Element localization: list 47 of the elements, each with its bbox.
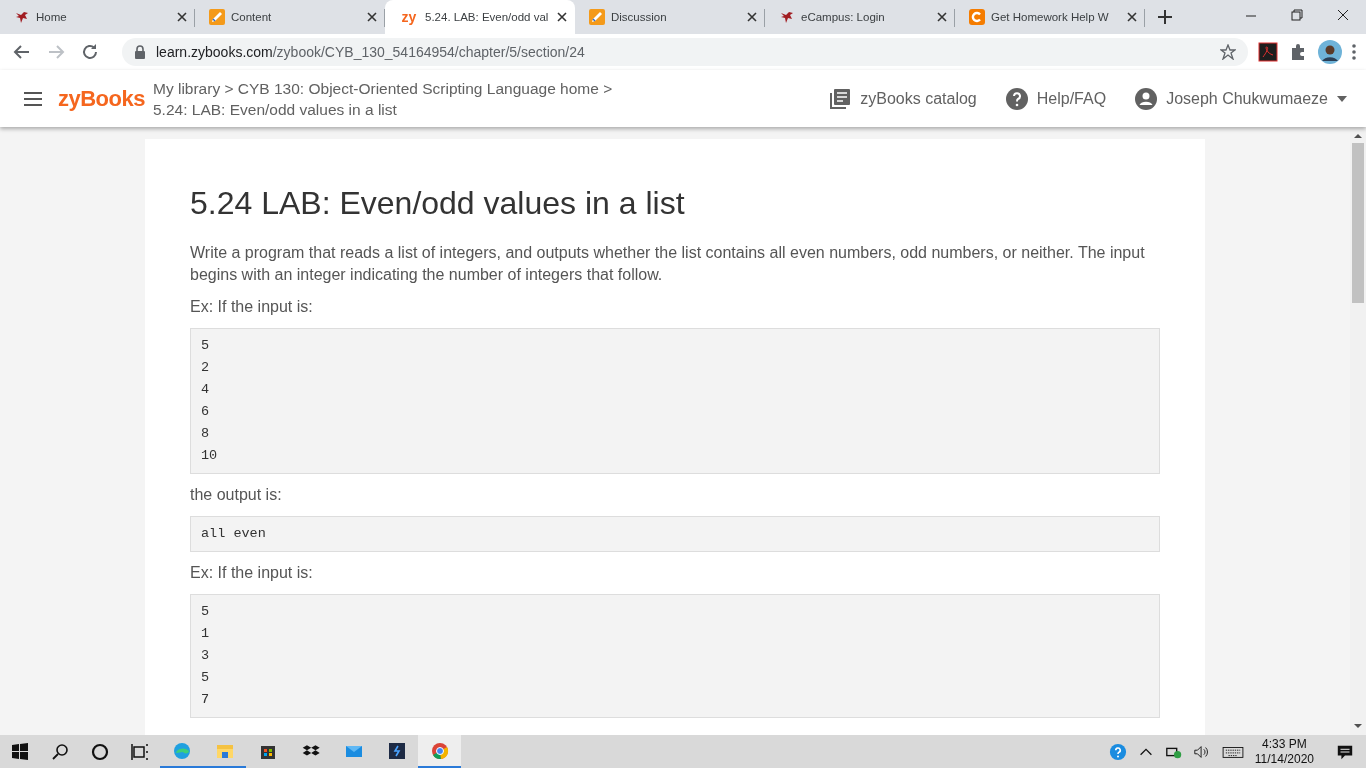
help-icon[interactable] — [1004, 86, 1029, 111]
paragraph: Ex: If the input is: — [190, 297, 314, 317]
paragraph: Ex: If the input is: — [190, 563, 314, 583]
browser-tab[interactable]: eCampus: Login — [765, 0, 955, 34]
breadcrumb-current: 5.24: LAB: Even/odd values in a list — [153, 99, 398, 120]
browser-tab[interactable]: zy 5.24. LAB: Even/odd val — [385, 0, 575, 34]
pdf-icon[interactable] — [1258, 42, 1278, 62]
c-logo-icon — [969, 9, 985, 25]
library-icon[interactable] — [828, 86, 853, 111]
zy-logo: zy — [400, 9, 418, 25]
clock-date[interactable]: 11/14/2020 — [1254, 751, 1314, 767]
browser-tab[interactable]: Get Homework Help W — [955, 0, 1145, 34]
browser-tab[interactable]: Discussion — [575, 0, 765, 34]
pencil-icon — [209, 9, 225, 25]
close-icon[interactable] — [1127, 12, 1137, 22]
scrollbar-thumb[interactable] — [1352, 143, 1364, 303]
close-icon[interactable] — [177, 12, 187, 22]
code-block: all even — [190, 516, 1160, 552]
code-block: 5 1 3 5 7 — [190, 594, 1160, 718]
user-name[interactable]: Joseph Chukwumaeze — [1166, 89, 1328, 108]
code-block: 5 2 4 6 8 10 — [190, 328, 1160, 474]
lock-icon — [134, 45, 146, 59]
paragraph: the output is: — [190, 485, 283, 505]
section-title: 5.24 LAB: Even/odd values in a list — [190, 185, 686, 222]
breadcrumb[interactable]: My library > CYB 130: Object-Oriented Scripting Language home > — [153, 77, 613, 99]
clock-time[interactable]: 4:33 PM — [1262, 736, 1307, 752]
new-tab-icon[interactable] — [1157, 9, 1173, 25]
browser-tab[interactable]: Content — [195, 0, 385, 34]
paragraph: Write a program that reads a list of integers, and outputs whether the list contains all even numbers, odd numbers, or neither. The input begins with an integer indicating the number of integers that follow. — [190, 243, 1146, 285]
caret-icon[interactable] — [1336, 94, 1348, 103]
more-icon[interactable] — [1352, 44, 1356, 60]
user-icon[interactable] — [1134, 86, 1159, 111]
close-icon[interactable] — [557, 12, 567, 22]
browser-tab[interactable]: Home — [0, 0, 195, 34]
chrome-icon[interactable] — [418, 735, 461, 768]
scroll-up-icon[interactable] — [1353, 131, 1363, 141]
help-icon[interactable] — [1108, 742, 1127, 761]
scroll-down-icon[interactable] — [1353, 721, 1363, 731]
help-link[interactable]: Help/FAQ — [1036, 89, 1107, 108]
catalog-link[interactable]: zyBooks catalog — [860, 89, 977, 108]
address-bar[interactable]: learn.zybooks.com/zybook/CYB_130_54164954/chapter/5/section/24 — [122, 38, 1248, 66]
close-icon[interactable] — [747, 12, 757, 22]
pencil-icon — [589, 9, 605, 25]
star-icon[interactable] — [1220, 44, 1236, 60]
close-icon[interactable] — [937, 12, 947, 22]
close-icon[interactable] — [367, 12, 377, 22]
avatar-icon[interactable] — [1318, 40, 1342, 64]
